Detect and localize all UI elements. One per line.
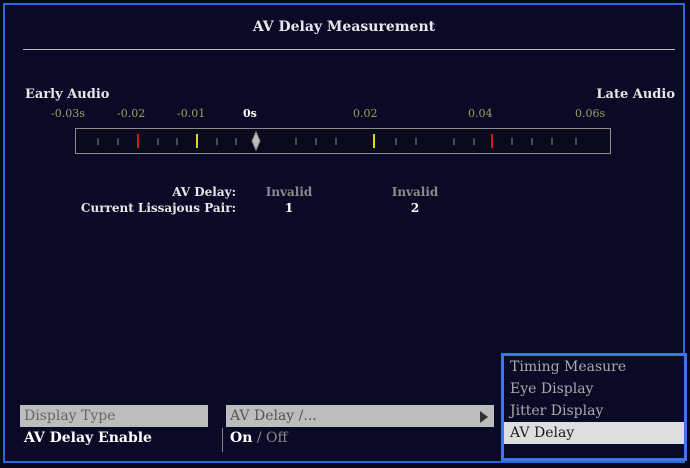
tick-label-m001: -0.01 (177, 107, 206, 120)
title-divider (23, 49, 675, 50)
tick-label-p002: 0.02 (353, 107, 378, 120)
enable-off-option[interactable]: Off (266, 430, 287, 446)
tick-label-p004: 0.04 (468, 107, 493, 120)
settings-labels: Display Type AV Delay Enable (20, 405, 208, 449)
av-delay-value-1: Invalid (265, 185, 313, 199)
early-audio-label: Early Audio (25, 87, 110, 102)
delay-scale (75, 128, 611, 154)
enable-on-option[interactable]: On (230, 430, 252, 446)
scale-ticks (97, 130, 577, 152)
tick-label-m002: -0.02 (117, 107, 146, 120)
lissajous-pair-value-1: 1 (284, 201, 294, 215)
tick-label-m003: -0.03s (51, 107, 85, 120)
display-type-menu-item[interactable]: Display Type (20, 405, 208, 427)
panel-title: AV Delay Measurement (252, 19, 436, 35)
enable-separator: / (252, 430, 266, 446)
av-delay-enable-toggle[interactable]: On / Off (226, 427, 494, 449)
av-delay-label: AV Delay: (172, 185, 236, 199)
display-type-selector[interactable]: AV Delay /... (226, 405, 494, 427)
submenu-arrow-icon (480, 411, 488, 423)
zero-marker (251, 130, 261, 152)
popup-item-timing-measure[interactable]: Timing Measure (504, 356, 684, 378)
av-delay-enable-menu-item[interactable]: AV Delay Enable (20, 427, 208, 449)
settings-values: AV Delay /... On / Off (226, 405, 494, 449)
lissajous-pair-value-2: 2 (410, 201, 420, 215)
display-type-popup: Timing Measure Eye Display Jitter Displa… (501, 353, 687, 461)
popup-item-av-delay[interactable]: AV Delay (504, 422, 684, 444)
tick-label-p006: 0.06s (575, 107, 606, 120)
popup-item-jitter-display[interactable]: Jitter Display (504, 400, 684, 422)
lissajous-pair-label: Current Lissajous Pair: (80, 201, 236, 215)
late-audio-label: Late Audio (596, 87, 675, 102)
av-delay-value-2: Invalid (391, 185, 439, 199)
popup-item-eye-display[interactable]: Eye Display (504, 378, 684, 400)
display-type-value: AV Delay /... (230, 408, 317, 424)
tick-label-zero: 0s (243, 107, 257, 120)
menu-divider (222, 428, 223, 452)
